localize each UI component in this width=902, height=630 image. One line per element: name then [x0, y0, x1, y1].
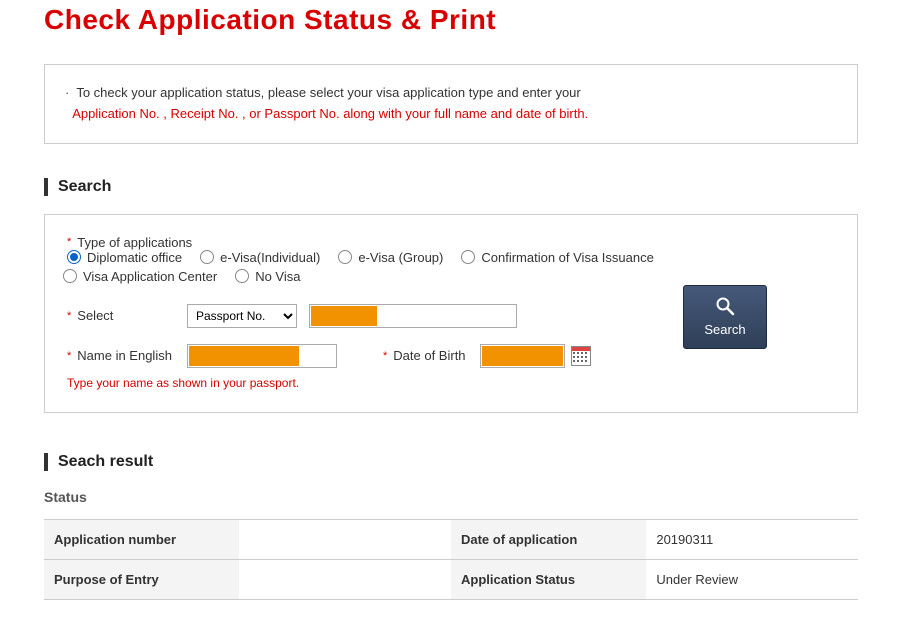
table-row: Purpose of Entry Application Status Unde…: [44, 559, 858, 599]
search-button-label: Search: [704, 322, 745, 337]
radio-unchecked-icon: [338, 250, 352, 264]
name-label: Name in English: [77, 348, 172, 363]
required-mark: *: [67, 350, 71, 362]
radio-confirmation[interactable]: Confirmation of Visa Issuance: [461, 250, 653, 265]
search-form: * Type of applications Diplomatic office…: [44, 214, 858, 413]
search-button[interactable]: Search: [683, 285, 767, 349]
radio-evisa-individual[interactable]: e-Visa(Individual): [200, 250, 320, 265]
notice-box: · To check your application status, plea…: [44, 64, 858, 144]
required-mark: *: [67, 310, 71, 322]
table-row: Application number Date of application 2…: [44, 519, 858, 559]
app-status-value: Under Review: [646, 559, 858, 599]
radio-novisa-label: No Visa: [255, 269, 300, 284]
required-mark: *: [67, 236, 71, 248]
name-hint: Type your name as shown in your passport…: [67, 376, 835, 390]
radio-diplomatic-office[interactable]: Diplomatic office: [67, 250, 182, 265]
radio-unchecked-icon: [235, 269, 249, 283]
purpose-value: [239, 559, 451, 599]
radio-confirmation-label: Confirmation of Visa Issuance: [481, 250, 653, 265]
app-number-value: [239, 519, 451, 559]
radio-unchecked-icon: [63, 269, 77, 283]
page-title: Check Application Status & Print: [44, 0, 858, 36]
date-label: Date of application: [451, 519, 646, 559]
bullet-icon: ·: [65, 85, 73, 100]
radio-checked-icon: [67, 250, 81, 264]
radio-vac-label: Visa Application Center: [83, 269, 217, 284]
radio-no-visa[interactable]: No Visa: [235, 269, 300, 284]
calendar-icon[interactable]: [571, 346, 591, 366]
radio-vac[interactable]: Visa Application Center: [63, 269, 217, 284]
radio-unchecked-icon: [200, 250, 214, 264]
notice-line1: To check your application status, please…: [76, 85, 580, 100]
notice-line2: Application No. , Receipt No. , or Passp…: [72, 106, 588, 121]
status-subheading: Status: [44, 489, 858, 505]
search-heading: Search: [44, 178, 858, 196]
radio-evisa-individual-label: e-Visa(Individual): [220, 250, 320, 265]
redacted-overlay: [311, 306, 377, 326]
date-value: 20190311: [646, 519, 858, 559]
result-table: Application number Date of application 2…: [44, 519, 858, 600]
radio-diplomatic-label: Diplomatic office: [87, 250, 182, 265]
required-mark: *: [383, 350, 387, 362]
result-heading: Seach result: [44, 453, 858, 471]
select-label: Select: [77, 308, 113, 323]
app-status-label: Application Status: [451, 559, 646, 599]
redacted-overlay: [189, 346, 299, 366]
dob-label: Date of Birth: [393, 348, 465, 363]
radio-unchecked-icon: [461, 250, 475, 264]
id-type-select[interactable]: Passport No.: [187, 304, 297, 328]
redacted-overlay: [482, 346, 563, 366]
app-number-label: Application number: [44, 519, 239, 559]
type-of-applications-label: Type of applications: [77, 235, 192, 250]
radio-evisa-group-label: e-Visa (Group): [358, 250, 443, 265]
purpose-label: Purpose of Entry: [44, 559, 239, 599]
radio-evisa-group[interactable]: e-Visa (Group): [338, 250, 443, 265]
magnifier-icon: [715, 296, 735, 316]
